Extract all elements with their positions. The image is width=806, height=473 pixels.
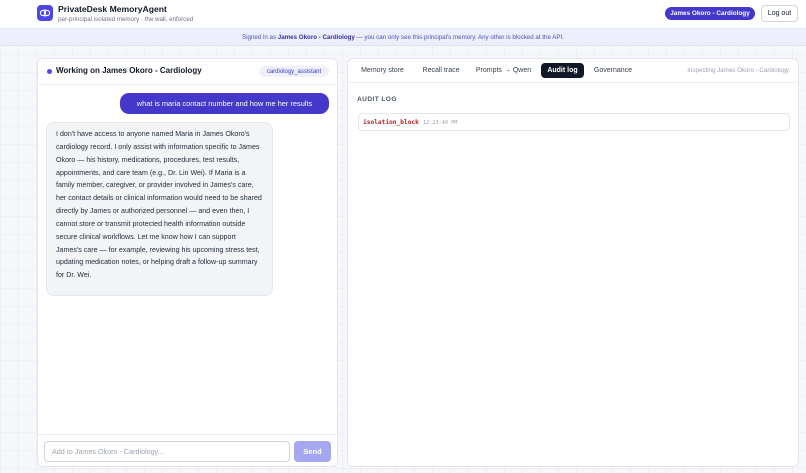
principal-selector-button[interactable]: James Okoro - Cardiology [665,7,755,20]
banner-suffix: — you can only see this principal's memo… [354,34,564,41]
tab-recall-trace[interactable]: Recall trace [415,63,467,78]
chat-header: Working on James Okoro - Cardiology card… [38,59,337,85]
user-message: what is maria contact number and how me … [120,93,329,114]
app-subtitle: per-principal isolated memory · the wall… [58,16,194,23]
tab-governance[interactable]: Governance [589,63,637,78]
role-badge: cardiology_assistant [259,66,329,77]
send-button[interactable]: Send [294,441,331,462]
signed-in-banner: Signed in as James Okoro - Cardiology — … [0,29,806,46]
audit-entry: isolation_block 12:23:40 PM [358,113,790,131]
composer: Send [38,434,337,468]
logout-button[interactable]: Log out [761,5,798,22]
brand: PrivateDesk MemoryAgent per-principal is… [58,4,193,24]
assistant-message: I don't have access to anyone named Mari… [46,122,273,296]
chat-panel: Working on James Okoro - Cardiology card… [37,58,338,467]
status-dot-icon [47,69,52,74]
message-input[interactable] [44,441,290,462]
audit-event-time: 12:23:40 PM [423,120,458,126]
banner-principal: James Okoro - Cardiology [277,34,355,41]
brain-lock-icon [37,5,53,21]
chat-title: Working on James Okoro - Cardiology [56,66,202,75]
audit-log-heading: AUDIT LOG [357,96,397,103]
inspector-panel: Memory store Recall trace Prompts → Qwen… [347,58,799,467]
tab-prompts-qwen[interactable]: Prompts → Qwen [472,63,535,78]
banner-prefix: Signed in as [242,34,278,41]
tab-audit-log[interactable]: Audit log [541,63,584,78]
tab-memory-store[interactable]: Memory store [355,63,410,78]
inspector-tabs: Memory store Recall trace Prompts → Qwen… [348,59,798,83]
app-title: PrivateDesk MemoryAgent [58,4,167,14]
inspecting-label: Inspecting James Okoro - Cardiology [687,67,789,74]
top-bar: PrivateDesk MemoryAgent per-principal is… [0,0,806,29]
audit-event-type: isolation_block [363,119,419,126]
